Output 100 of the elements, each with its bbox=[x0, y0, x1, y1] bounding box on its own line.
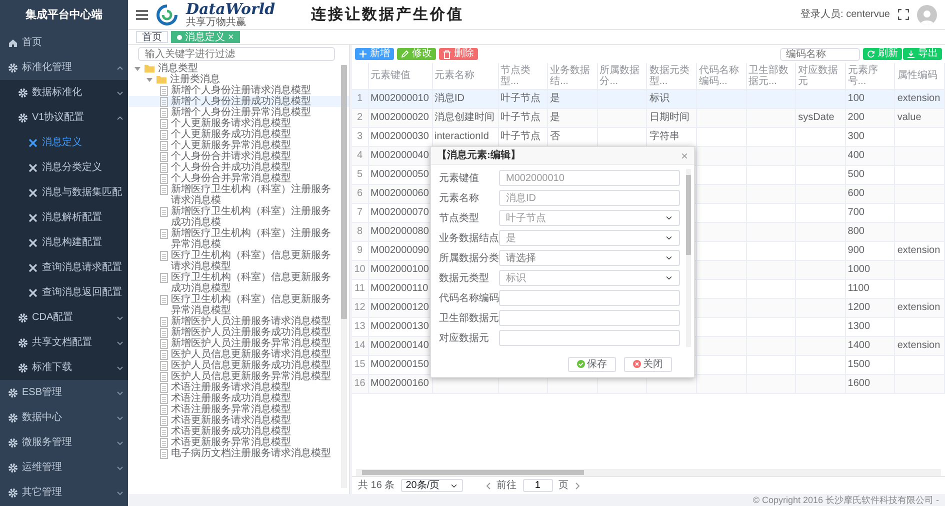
menu-item[interactable]: 共享文档配置 bbox=[0, 330, 128, 355]
menu-item[interactable]: 微服务管理 bbox=[0, 430, 128, 455]
tree-node[interactable]: 术语更新服务请求消息模型 bbox=[128, 415, 349, 426]
column-header: 数据元类型... bbox=[646, 63, 696, 89]
tools-icon bbox=[28, 238, 38, 248]
scrollbar[interactable] bbox=[356, 469, 941, 476]
tree-node[interactable]: 个人更新服务异常消息模型 bbox=[128, 140, 349, 151]
menu-item[interactable]: 数据标准化 bbox=[0, 80, 128, 105]
column-header: 元素名称 bbox=[432, 63, 498, 89]
logo-text: DataWorld bbox=[186, 2, 276, 16]
tree-node[interactable]: 医护人员信息更新服务请求消息模型 bbox=[128, 349, 349, 360]
tree-node[interactable]: 个人身份合并异常消息模型 bbox=[128, 173, 349, 184]
menu-item[interactable]: 标准化管理 bbox=[0, 55, 128, 80]
previous-page-button[interactable] bbox=[484, 482, 491, 490]
menu-item[interactable]: 查询消息请求配置 bbox=[0, 255, 128, 280]
tree-node[interactable]: 新增个人身份注册成功消息模型 bbox=[128, 96, 349, 107]
fullscreen-icon bbox=[898, 9, 909, 20]
menu-item[interactable]: 消息构建配置 bbox=[0, 230, 128, 255]
tree-node[interactable]: 新增医疗卫生机构（科室）注册服务请求消息模 bbox=[128, 184, 349, 206]
tree-node[interactable]: 新增个人身份注册请求消息模型 bbox=[128, 85, 349, 96]
tree-node[interactable]: 术语注册服务请求消息模型 bbox=[128, 382, 349, 393]
menu-item[interactable]: 消息分类定义 bbox=[0, 155, 128, 180]
menu-item[interactable]: 消息定义 bbox=[0, 130, 128, 155]
check-circle-icon bbox=[577, 360, 585, 368]
tree-node[interactable]: 电子病历文档注册服务请求消息模型 bbox=[128, 448, 349, 459]
document-icon bbox=[160, 251, 168, 261]
input-field[interactable] bbox=[499, 330, 680, 346]
folder-icon bbox=[144, 64, 155, 73]
tree-node[interactable]: 个人更新服务成功消息模型 bbox=[128, 129, 349, 140]
next-page-button[interactable] bbox=[574, 482, 581, 490]
field-label: 数据元类型 bbox=[439, 272, 490, 286]
table-cell: 1300 bbox=[845, 317, 895, 336]
table-cell: M002000160 bbox=[368, 374, 432, 393]
column-header: 业务数据结... bbox=[548, 63, 598, 89]
table-cell: 是 bbox=[548, 89, 598, 108]
row-number: 9 bbox=[352, 241, 368, 260]
tree-node[interactable]: 新增医疗卫生机构（科室）注册服务成功消息模 bbox=[128, 206, 349, 228]
tab[interactable]: 首页 bbox=[136, 31, 168, 43]
menu-item[interactable]: 标准下载 bbox=[0, 355, 128, 380]
table-cell: 叶子节点 bbox=[498, 108, 548, 127]
tree-node[interactable]: 新增医疗卫生机构（科室）注册服务异常消息模 bbox=[128, 228, 349, 250]
table-cell: 消息ID bbox=[432, 89, 498, 108]
tree-node[interactable]: 术语更新服务异常消息模型 bbox=[128, 437, 349, 448]
close-button[interactable]: 关闭 bbox=[624, 356, 672, 372]
tree-node[interactable]: 注册类消息 bbox=[128, 74, 349, 85]
gear-icon bbox=[8, 462, 18, 472]
page-size-select[interactable]: 20条/页 bbox=[400, 479, 463, 492]
search-field[interactable]: 编码名称 bbox=[780, 48, 860, 60]
tree-node[interactable]: 新增医护人员注册服务异常消息模型 bbox=[128, 338, 349, 349]
home-icon bbox=[8, 38, 18, 48]
tree-node[interactable]: 医护人员信息更新服务异常消息模型 bbox=[128, 371, 349, 382]
menu-item[interactable]: CDA配置 bbox=[0, 305, 128, 330]
column-header: 对应数据元 bbox=[796, 63, 846, 89]
tree-node[interactable]: 术语更新服务成功消息模型 bbox=[128, 426, 349, 437]
menu-item[interactable]: 查询消息返回配置 bbox=[0, 280, 128, 305]
input-field[interactable] bbox=[499, 310, 680, 326]
tree-node[interactable]: 医疗卫生机构（科室）信息更新服务异常消息模型 bbox=[128, 294, 349, 316]
tree-node[interactable]: 新增个人身份注册异常消息模型 bbox=[128, 107, 349, 118]
select-field[interactable]: 请选择 bbox=[499, 250, 680, 266]
save-button[interactable]: 保存 bbox=[568, 356, 616, 372]
menu-item[interactable]: 运维管理 bbox=[0, 455, 128, 480]
search-field[interactable]: 输入关键字进行过滤 bbox=[138, 47, 335, 61]
tree-node[interactable]: 个人身份合并请求消息模型 bbox=[128, 151, 349, 162]
menu-item[interactable]: 消息与数据集匹配 bbox=[0, 180, 128, 205]
input-field[interactable] bbox=[499, 290, 680, 306]
scrollbar[interactable] bbox=[686, 169, 691, 347]
tree-node[interactable]: 新增医护人员注册服务请求消息模型 bbox=[128, 316, 349, 327]
table-cell: M002000030 bbox=[368, 127, 432, 146]
page-suffix: 页 bbox=[558, 479, 569, 493]
menu-item[interactable]: V1协议配置 bbox=[0, 105, 128, 130]
menu-item[interactable]: 其它管理 bbox=[0, 480, 128, 505]
column-header: 卫生部数据元... bbox=[746, 63, 796, 89]
tools-icon bbox=[28, 262, 38, 272]
trash-icon bbox=[443, 50, 451, 58]
row-number: 5 bbox=[352, 165, 368, 184]
table-cell: 300 bbox=[845, 127, 895, 146]
avatar[interactable] bbox=[917, 4, 937, 24]
tree-node[interactable]: 新增医护人员注册服务成功消息模型 bbox=[128, 327, 349, 338]
table-cell: 日期时间 bbox=[646, 108, 696, 127]
tree-node[interactable]: 个人更新服务请求消息模型 bbox=[128, 118, 349, 129]
table-row[interactable]: 16 M002000160 1600 bbox=[352, 374, 944, 393]
gear-icon bbox=[18, 312, 28, 322]
menu-item[interactable]: 消息解析配置 bbox=[0, 205, 128, 230]
row-number: 12 bbox=[352, 298, 368, 317]
tree-node[interactable]: 医护人员信息更新服务成功消息模型 bbox=[128, 360, 349, 371]
tree-node[interactable]: 消息类型 bbox=[128, 63, 349, 74]
table-row[interactable]: 2 M002000020 消息创建时间 叶子节点 是 日期时间 sysDate 200 value bbox=[352, 108, 944, 127]
tree-node[interactable]: 医疗卫生机构（科室）信息更新服务请求消息模型 bbox=[128, 250, 349, 272]
table-cell: 1100 bbox=[845, 279, 895, 298]
row-number: 16 bbox=[352, 374, 368, 393]
page-number-field[interactable]: 1 bbox=[522, 479, 553, 492]
menu-item[interactable]: 数据中心 bbox=[0, 405, 128, 430]
table-row[interactable]: 1 M002000010 消息ID 叶子节点 是 标识 100 extension bbox=[352, 89, 944, 108]
tree-node[interactable]: 个人身份合并成功消息模型 bbox=[128, 162, 349, 173]
menu-item[interactable]: 首页 bbox=[0, 30, 128, 55]
tree-node[interactable]: 医疗卫生机构（科室）信息更新服务成功消息模型 bbox=[128, 272, 349, 294]
tree-node[interactable]: 术语注册服务异常消息模型 bbox=[128, 404, 349, 415]
scrollbar[interactable] bbox=[341, 65, 347, 488]
menu-item[interactable]: ESB管理 bbox=[0, 380, 128, 405]
tree-node[interactable]: 术语注册服务成功消息模型 bbox=[128, 393, 349, 404]
